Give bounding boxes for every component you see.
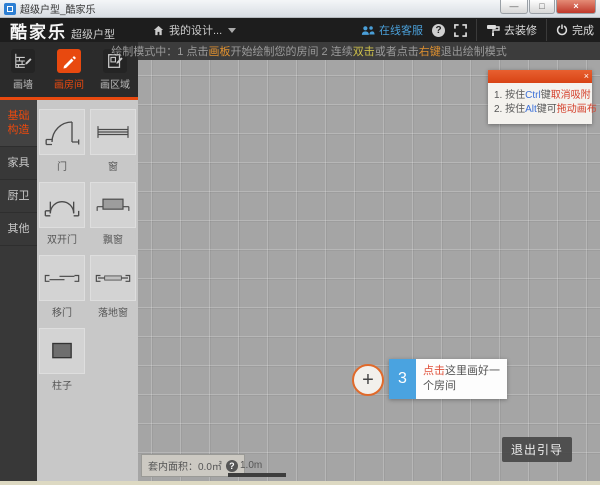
window-titlebar: 超级户型_酷家乐 — □ × xyxy=(0,0,600,18)
logo: 酷家乐 超级户型 xyxy=(10,18,115,43)
finish-button[interactable]: 完成 xyxy=(556,22,594,38)
my-designs-menu[interactable]: 我的设计... xyxy=(153,22,236,38)
area-label: 套内面积：0.0㎡ xyxy=(148,458,222,473)
paint-roller-icon xyxy=(486,24,500,36)
maximize-button[interactable]: □ xyxy=(529,0,555,14)
home-icon xyxy=(153,25,164,36)
app-window: 超级户型_酷家乐 — □ × 酷家乐 超级户型 我的设计... 在线 xyxy=(0,0,600,485)
app-header: 酷家乐 超级户型 我的设计... 在线客服 ? xyxy=(0,18,600,42)
component-bay-window[interactable]: 飘窗 xyxy=(90,182,136,246)
notification-line-1: 1. 按住Ctrl键取消吸附 xyxy=(494,89,587,103)
window-icon xyxy=(93,114,133,150)
category-furniture[interactable]: 家具 xyxy=(0,147,37,180)
help-button[interactable]: ? xyxy=(432,24,445,37)
power-icon xyxy=(556,24,568,36)
sliding-door-icon xyxy=(42,260,82,296)
french-window-icon xyxy=(93,260,133,296)
go-decorate-label: 去装修 xyxy=(504,22,537,38)
category-sidebar: 基础构造 家具 厨卫 其他 xyxy=(0,100,37,485)
component-french-window[interactable]: 落地窗 xyxy=(90,255,136,319)
component-bay-window-label: 飘窗 xyxy=(103,231,123,246)
component-window-label: 窗 xyxy=(108,158,118,173)
online-service-label: 在线客服 xyxy=(379,22,423,38)
component-double-door-label: 双开门 xyxy=(47,231,77,246)
instruction-text: 或者点击 xyxy=(375,43,419,59)
plus-icon: + xyxy=(362,369,374,392)
my-designs-label: 我的设计... xyxy=(169,22,222,38)
tab-draw-wall[interactable]: 画墙 xyxy=(0,42,46,97)
logo-text: 酷家乐 xyxy=(10,18,67,43)
logo-subtitle: 超级户型 xyxy=(71,26,115,42)
component-panel: 门 窗 xyxy=(37,100,138,485)
notification-header: × xyxy=(488,70,592,83)
component-pillar[interactable]: 柱子 xyxy=(39,328,85,392)
divider xyxy=(476,19,477,41)
notification-body: 1. 按住Ctrl键取消吸附 2. 按住Alt键可拖动画布 xyxy=(488,83,592,124)
category-kitchen-bath[interactable]: 厨卫 xyxy=(0,180,37,213)
chevron-down-icon xyxy=(228,28,236,33)
tab-draw-room[interactable]: 画房间 xyxy=(46,42,92,97)
minimize-button[interactable]: — xyxy=(500,0,528,14)
category-other[interactable]: 其他 xyxy=(0,213,37,246)
component-sliding-door[interactable]: 移门 xyxy=(39,255,85,319)
notification-close-icon[interactable]: × xyxy=(584,70,589,83)
instruction-text: 绘制模式中：1 点击 xyxy=(111,43,208,59)
draw-wall-icon xyxy=(14,52,32,70)
instruction-highlight-doubleclick: 双击 xyxy=(353,43,375,59)
instruction-text: 退出绘制模式 xyxy=(441,43,507,59)
finish-label: 完成 xyxy=(572,22,594,38)
people-icon xyxy=(361,25,375,36)
instruction-highlight-rightkey: 右键 xyxy=(419,43,441,59)
component-double-door[interactable]: 双开门 xyxy=(39,182,85,246)
pillar-icon xyxy=(42,333,82,369)
component-french-window-label: 落地窗 xyxy=(98,304,128,319)
double-door-icon xyxy=(42,187,82,223)
draw-start-target[interactable]: + xyxy=(352,364,384,396)
window-title: 超级户型_酷家乐 xyxy=(20,1,96,16)
taskbar-edge xyxy=(0,481,600,485)
component-pillar-label: 柱子 xyxy=(52,377,72,392)
exit-guide-button[interactable]: 退出引导 xyxy=(502,437,572,462)
close-button[interactable]: × xyxy=(556,0,596,14)
component-door[interactable]: 门 xyxy=(39,109,85,173)
bay-window-icon xyxy=(93,187,133,223)
tab-draw-wall-label: 画墙 xyxy=(13,76,33,91)
tab-draw-room-label: 画房间 xyxy=(54,76,84,91)
area-help-icon[interactable]: ? xyxy=(226,460,238,472)
fullscreen-button[interactable] xyxy=(454,24,467,37)
draw-room-icon xyxy=(61,53,77,69)
hotkey-notification: × 1. 按住Ctrl键取消吸附 2. 按住Alt键可拖动画布 xyxy=(488,70,592,124)
scale-bar xyxy=(228,473,286,477)
guide-tooltip: 3 点击这里画好一个房间 xyxy=(389,359,507,399)
door-icon xyxy=(42,114,82,150)
guide-step-badge: 3 xyxy=(389,359,416,399)
component-door-label: 门 xyxy=(57,158,67,173)
scale-label: 1.0m xyxy=(240,460,262,471)
tab-draw-region-label: 画区域 xyxy=(100,76,130,91)
category-basic-structure[interactable]: 基础构造 xyxy=(0,100,37,147)
fullscreen-icon xyxy=(454,24,467,37)
guide-text: 点击这里画好一个房间 xyxy=(416,359,507,399)
component-window[interactable]: 窗 xyxy=(90,109,136,173)
app-icon xyxy=(4,3,16,15)
divider xyxy=(546,19,547,41)
notification-line-2: 2. 按住Alt键可拖动画布 xyxy=(494,103,587,117)
go-decorate-button[interactable]: 去装修 xyxy=(486,22,537,38)
component-sliding-door-label: 移门 xyxy=(52,304,72,319)
draw-mode-instruction: 绘制模式中：1 点击画板开始绘制您的房间 2 连续双击或者点击右键退出绘制模式 xyxy=(138,42,600,60)
instruction-highlight-board: 画板 xyxy=(208,43,230,59)
instruction-text: 开始绘制您的房间 2 连续 xyxy=(230,43,352,59)
online-service-button[interactable]: 在线客服 xyxy=(361,22,423,38)
